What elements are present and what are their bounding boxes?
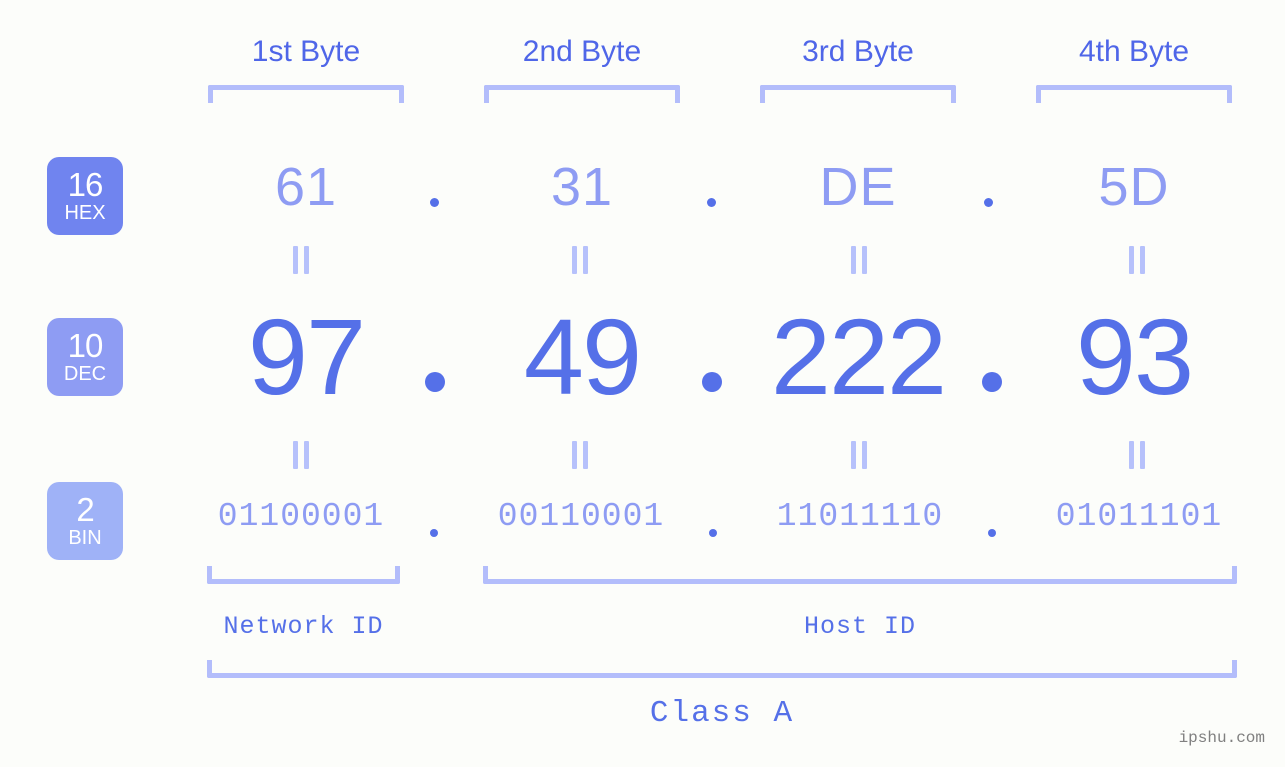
dec-octet-3: 222 <box>770 296 947 417</box>
equals-mark-dec-bin-4 <box>1126 441 1148 469</box>
base-badge-hex-number: 16 <box>67 166 104 203</box>
equals-mark-hex-dec-4 <box>1126 246 1148 274</box>
hex-octet-4: 5D <box>1098 157 1170 217</box>
bin-separator-dot-2 <box>709 529 717 537</box>
dec-octet-1: 97 <box>247 296 366 417</box>
equals-mark-dec-bin-1 <box>290 441 312 469</box>
equals-mark-dec-bin-2 <box>569 441 591 469</box>
base-badge-bin-name: BIN <box>68 527 102 549</box>
dec-separator-dot-3 <box>982 372 1002 392</box>
bin-separator-dot-1 <box>430 529 438 537</box>
base-badge-dec: 10 DEC <box>47 318 123 396</box>
base-badge-dec-name: DEC <box>63 363 107 385</box>
network-id-bracket <box>207 566 400 584</box>
byte-header-3: 3rd Byte <box>802 35 914 68</box>
base-badge-hex: 16 HEX <box>47 157 123 235</box>
base-badge-hex-name: HEX <box>64 202 106 224</box>
bin-separator-dot-3 <box>988 529 996 537</box>
hex-octet-1: 61 <box>274 157 338 217</box>
bin-octet-3: 11011110 <box>776 498 944 535</box>
byte-header-4: 4th Byte <box>1078 35 1190 68</box>
site-watermark: ipshu.com <box>1178 729 1265 747</box>
network-id-label: Network ID <box>223 612 384 641</box>
equals-mark-dec-bin-3 <box>848 441 870 469</box>
hex-octet-3: DE <box>819 157 897 217</box>
dec-separator-dot-1 <box>425 372 445 392</box>
class-label: Class A <box>649 696 795 731</box>
byte-bracket-4 <box>1036 85 1232 103</box>
byte-bracket-3 <box>760 85 956 103</box>
host-id-bracket <box>483 566 1237 584</box>
class-bracket <box>207 660 1237 678</box>
bin-octet-4: 01011101 <box>1055 498 1223 535</box>
dec-separator-dot-2 <box>702 372 722 392</box>
base-badge-bin-number: 2 <box>76 491 94 528</box>
hex-octet-2: 31 <box>550 157 614 217</box>
equals-mark-hex-dec-1 <box>290 246 312 274</box>
hex-separator-dot-3 <box>984 198 993 207</box>
dec-octet-2: 49 <box>523 296 642 417</box>
byte-bracket-1 <box>208 85 404 103</box>
equals-mark-hex-dec-3 <box>848 246 870 274</box>
equals-mark-hex-dec-2 <box>569 246 591 274</box>
byte-header-2: 2nd Byte <box>522 35 642 68</box>
bin-octet-1: 01100001 <box>217 498 385 535</box>
hex-separator-dot-2 <box>707 198 716 207</box>
byte-bracket-2 <box>484 85 680 103</box>
host-id-label: Host ID <box>803 612 917 641</box>
hex-separator-dot-1 <box>430 198 439 207</box>
byte-header-1: 1st Byte <box>251 35 361 68</box>
dec-octet-4: 93 <box>1075 296 1194 417</box>
bin-octet-2: 00110001 <box>497 498 665 535</box>
base-badge-bin: 2 BIN <box>47 482 123 560</box>
ip-breakdown-diagram: 1st Byte 2nd Byte 3rd Byte 4th Byte 16 H… <box>0 0 1285 767</box>
base-badge-dec-number: 10 <box>67 327 104 364</box>
